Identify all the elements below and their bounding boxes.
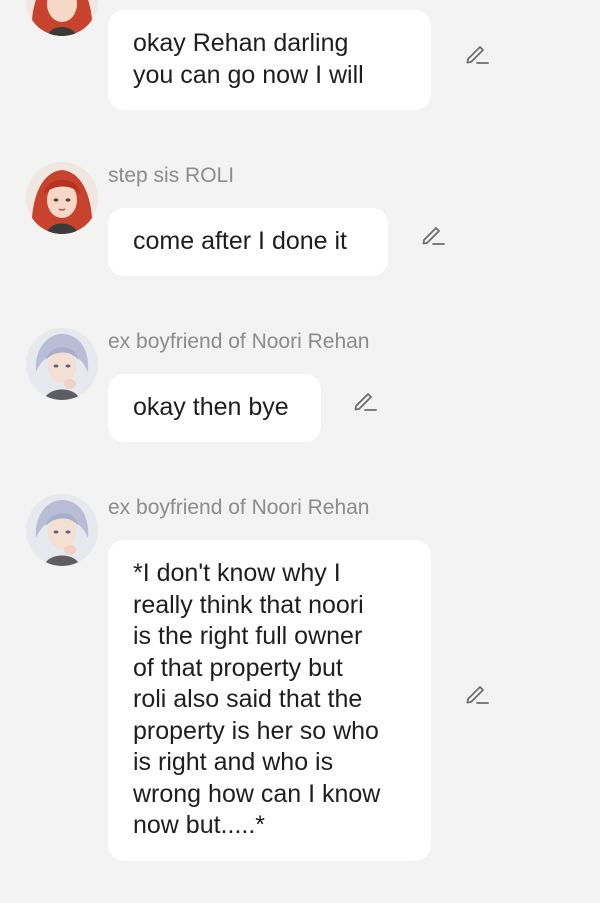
message-line: come after I done it bbox=[133, 227, 348, 255]
message-line: wrong how can I know bbox=[133, 779, 381, 808]
girl-red-hair-avatar bbox=[26, 162, 98, 234]
message-line: you can go now I will bbox=[133, 60, 364, 89]
character-avatar[interactable] bbox=[26, 162, 98, 234]
character-avatar[interactable] bbox=[26, 0, 98, 36]
message-line: okay then bye bbox=[133, 393, 289, 421]
message-line: *I don't know why I bbox=[133, 559, 341, 587]
character-avatar[interactable] bbox=[26, 328, 98, 400]
message-line: is the right full owner bbox=[133, 622, 363, 650]
pencil-edit-icon[interactable] bbox=[464, 40, 490, 66]
boy-silver-hair-avatar bbox=[26, 328, 98, 400]
message-line: roli also said that the bbox=[133, 685, 363, 713]
message-line: now but.....* bbox=[133, 811, 266, 839]
message-bubble[interactable]: okay Rehan darling you can go now I will bbox=[108, 10, 431, 110]
message-line: is right and who is bbox=[133, 748, 334, 776]
message-line: really think that noori bbox=[133, 590, 364, 619]
message-bubble[interactable]: okay then bye bbox=[108, 374, 321, 442]
boy-silver-hair-avatar bbox=[26, 494, 98, 566]
message-line: of that property but bbox=[133, 653, 343, 682]
pencil-edit-icon[interactable] bbox=[464, 680, 490, 706]
message-line: property is her so who bbox=[133, 716, 379, 745]
character-avatar[interactable] bbox=[26, 494, 98, 566]
girl-red-hair-avatar bbox=[26, 0, 98, 36]
pencil-edit-icon[interactable] bbox=[420, 221, 446, 247]
message-bubble[interactable]: come after I done it bbox=[108, 208, 388, 276]
sender-name: step sis ROLI bbox=[108, 164, 235, 187]
sender-name: ex boyfriend of Noori Rehan bbox=[108, 496, 370, 519]
sender-name: ex boyfriend of Noori Rehan bbox=[108, 330, 370, 353]
message-bubble[interactable]: *I don't know why I really think that no… bbox=[108, 540, 431, 861]
message-line: okay Rehan darling bbox=[133, 29, 349, 57]
pencil-edit-icon[interactable] bbox=[352, 387, 378, 413]
